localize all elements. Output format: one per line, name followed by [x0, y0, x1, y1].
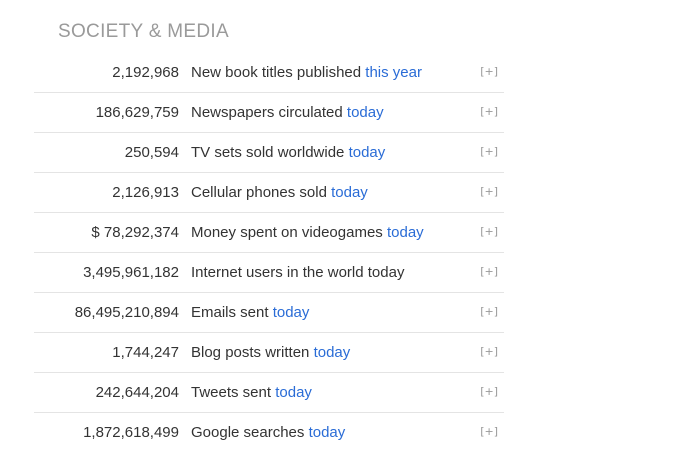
stat-row: 250,594 TV sets sold worldwide today [+]: [34, 133, 504, 173]
expand-toggle[interactable]: [+]: [480, 385, 498, 399]
stat-row: $ 78,292,374 Money spent on videogames t…: [34, 213, 504, 253]
stat-label-text: Tweets sent: [191, 384, 272, 401]
stat-period-link[interactable]: today: [309, 424, 346, 441]
expand-toggle[interactable]: [+]: [480, 425, 498, 439]
stat-value: 242,644,204: [95, 384, 179, 401]
stat-label-text: TV sets sold worldwide: [191, 144, 345, 161]
stat-label: Cellular phones sold today: [191, 184, 368, 202]
stat-row: 2,126,913 Cellular phones sold today [+]: [34, 173, 504, 213]
expand-toggle[interactable]: [+]: [480, 65, 498, 79]
stat-label: Internet users in the world today: [191, 264, 404, 282]
stat-period-link[interactable]: today: [314, 344, 351, 361]
stat-label-text: Emails sent: [191, 304, 269, 321]
stat-label-text: Google searches: [191, 424, 305, 441]
stat-value: 250,594: [124, 144, 179, 161]
stat-value: 2,192,968: [112, 64, 179, 81]
stat-value: 3,495,961,182: [83, 264, 179, 281]
stat-period-link[interactable]: today: [387, 224, 424, 241]
stat-period-link[interactable]: today: [347, 104, 384, 121]
stat-label: Money spent on videogames today: [191, 224, 424, 242]
expand-toggle[interactable]: [+]: [480, 145, 498, 159]
stat-label: Google searches today: [191, 424, 345, 442]
stat-label: Newspapers circulated today: [191, 104, 384, 122]
stat-label-text: Blog posts written: [191, 344, 310, 361]
expand-toggle[interactable]: [+]: [480, 185, 498, 199]
section-title: SOCIETY & MEDIA: [58, 21, 229, 42]
stat-label-text: Cellular phones sold: [191, 184, 327, 201]
stat-period-link[interactable]: today: [349, 144, 386, 161]
stat-row: 86,495,210,894 Emails sent today [+]: [34, 293, 504, 333]
stat-label: New book titles published this year: [191, 64, 422, 82]
stat-value: 1,744,247: [112, 344, 179, 361]
stat-value: 1,872,618,499: [83, 424, 179, 441]
stat-row: 242,644,204 Tweets sent today [+]: [34, 373, 504, 413]
expand-toggle[interactable]: [+]: [480, 265, 498, 279]
stat-period-link[interactable]: this year: [365, 64, 422, 81]
stat-label-text: New book titles published: [191, 64, 362, 81]
stats-list: 2,192,968 New book titles published this…: [34, 53, 504, 453]
stat-label: TV sets sold worldwide today: [191, 144, 385, 162]
stat-period-link[interactable]: today: [273, 304, 310, 321]
expand-toggle[interactable]: [+]: [480, 225, 498, 239]
stat-label-text: Money spent on videogames: [191, 224, 383, 241]
stat-label-text: Internet users in the world today: [191, 264, 405, 281]
stat-period-link[interactable]: today: [275, 384, 312, 401]
stat-label: Tweets sent today: [191, 384, 312, 402]
stat-row: 2,192,968 New book titles published this…: [34, 53, 504, 93]
stat-label: Blog posts written today: [191, 344, 350, 362]
stat-label: Emails sent today: [191, 304, 309, 322]
stat-value: $ 78,292,374: [91, 224, 179, 241]
stat-row: 186,629,759 Newspapers circulated today …: [34, 93, 504, 133]
expand-toggle[interactable]: [+]: [480, 345, 498, 359]
stat-label-text: Newspapers circulated: [191, 104, 343, 121]
stat-row: 1,872,618,499 Google searches today [+]: [34, 413, 504, 453]
stat-value: 186,629,759: [95, 104, 179, 121]
stat-row: 1,744,247 Blog posts written today [+]: [34, 333, 504, 373]
expand-toggle[interactable]: [+]: [480, 305, 498, 319]
stat-row: 3,495,961,182 Internet users in the worl…: [34, 253, 504, 293]
stat-value: 2,126,913: [112, 184, 179, 201]
stat-period-link[interactable]: today: [331, 184, 368, 201]
stat-value: 86,495,210,894: [74, 304, 179, 321]
expand-toggle[interactable]: [+]: [480, 105, 498, 119]
